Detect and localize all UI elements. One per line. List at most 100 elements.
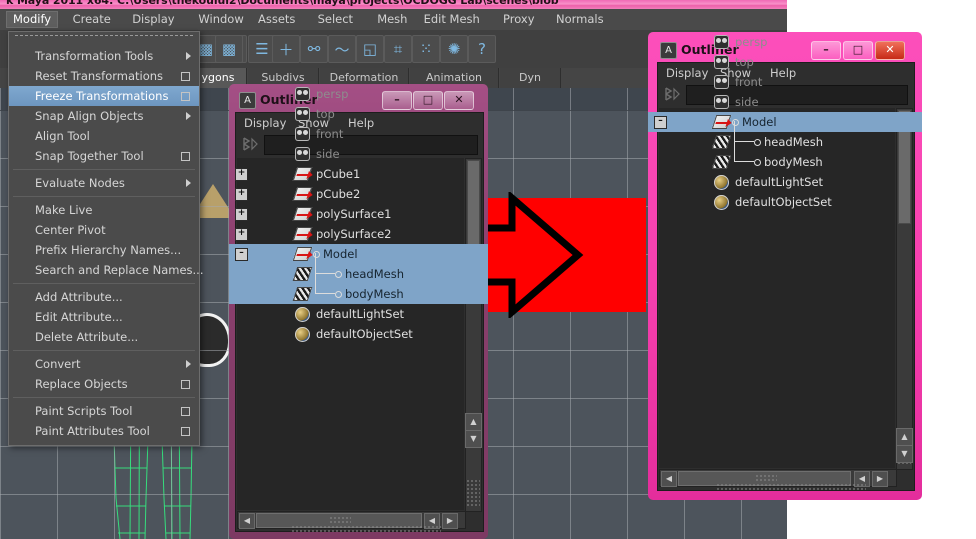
help-icon[interactable]: ? — [468, 35, 496, 63]
outliner-row[interactable]: persp — [648, 32, 922, 52]
shelf-tab-dyn[interactable]: Dyn — [500, 68, 561, 88]
scroll-down-button[interactable]: ▼ — [896, 445, 913, 463]
transform-icon — [711, 115, 732, 129]
outliner-row[interactable]: + pCube2 — [229, 184, 488, 204]
outliner-row[interactable]: + polySurface2 — [229, 224, 488, 244]
camera-icon — [714, 95, 729, 109]
outliner-row[interactable]: side — [229, 144, 488, 164]
expander-toggle-icon[interactable]: + — [235, 208, 248, 221]
expander-toggle-icon[interactable]: + — [235, 228, 248, 241]
menubar-item-display[interactable]: Display — [125, 11, 181, 28]
menu-item-label: Replace Objects — [35, 377, 128, 391]
outliner-row[interactable]: + polySurface1 — [229, 204, 488, 224]
outliner-window-after[interactable]: A Outliner – □ ✕ DisplayShowHelp ▲ ▼ ◀ — [648, 32, 922, 500]
outliner-row-label: persp — [735, 35, 768, 49]
menubar-item-create[interactable]: Create — [66, 11, 118, 28]
menubar-item-normals[interactable]: Normals — [549, 11, 611, 28]
maya-title-bar[interactable]: k Maya 2011 x64: C:\Users\thekoului2\Doc… — [0, 0, 787, 9]
menu-item-convert[interactable]: Convert — [9, 354, 199, 374]
paint-effects-icon[interactable]: ✺ — [440, 35, 468, 63]
menu-item-delete-attribute[interactable]: Delete Attribute... — [9, 327, 199, 347]
menubar-item-assets[interactable]: Assets — [251, 11, 302, 28]
scroll-down-button[interactable]: ▼ — [465, 430, 482, 448]
connector-dot — [335, 291, 342, 298]
outliner-row-label: defaultLightSet — [735, 175, 824, 189]
menubar-item-window[interactable]: Window — [191, 11, 250, 28]
menu-item-add-attribute[interactable]: Add Attribute... — [9, 287, 199, 307]
menu-tearoff-handle[interactable] — [15, 35, 193, 43]
transform-arrow-icon — [296, 194, 309, 196]
menubar-item-mesh[interactable]: Mesh — [370, 11, 414, 28]
scroll-left-button[interactable]: ◀ — [239, 513, 255, 529]
menu-item-label: Evaluate Nodes — [35, 176, 125, 190]
resize-grip[interactable] — [291, 525, 441, 533]
resize-grip[interactable] — [716, 483, 866, 491]
menu-item-edit-attribute[interactable]: Edit Attribute... — [9, 307, 199, 327]
option-box-icon[interactable] — [181, 427, 190, 436]
outliner-row[interactable]: headMesh — [229, 253, 488, 284]
outliner-row[interactable]: defaultObjectSet — [648, 192, 922, 212]
expander-toggle-icon[interactable]: – — [235, 248, 248, 261]
outliner-row[interactable]: bodyMesh — [648, 141, 922, 172]
outliner-window-before[interactable]: A Outliner – □ ✕ DisplayShowHelp ▲ ▼ ◀ — [229, 84, 488, 539]
transform-icon — [292, 167, 313, 181]
expander-toggle-icon[interactable]: + — [235, 188, 248, 201]
menu-item-prefix-hierarchy-names[interactable]: Prefix Hierarchy Names... — [9, 240, 199, 260]
plus-icon[interactable]: ＋ — [272, 35, 300, 63]
outliner-row[interactable]: top — [229, 104, 488, 124]
outliner-row[interactable]: front — [648, 72, 922, 92]
outliner-row[interactable]: side — [648, 92, 922, 112]
menubar-item-proxy[interactable]: Proxy — [496, 11, 542, 28]
option-box-icon[interactable] — [181, 407, 190, 416]
option-box-icon[interactable] — [181, 92, 190, 101]
menu-item-paint-attributes-tool[interactable]: Paint Attributes Tool — [9, 421, 199, 441]
outliner-row[interactable]: – Model — [648, 112, 922, 132]
scroll-up-button[interactable]: ▲ — [896, 428, 913, 446]
menu-item-snap-align-objects[interactable]: Snap Align Objects — [9, 106, 199, 126]
scroll-up-button[interactable]: ▲ — [465, 413, 482, 431]
expander-toggle-icon[interactable]: – — [654, 116, 667, 129]
outliner-row[interactable]: persp — [229, 84, 488, 104]
snap-point-icon[interactable]: ▩ — [215, 35, 243, 63]
lattice-icon[interactable]: ⌗ — [384, 35, 412, 63]
edge-loop-icon[interactable]: ⚯ — [300, 35, 328, 63]
outliner-row[interactable]: top — [648, 52, 922, 72]
option-box-icon[interactable] — [181, 152, 190, 161]
scroll-left-button[interactable]: ◀ — [661, 471, 677, 487]
menubar-item-select[interactable]: Select — [311, 11, 360, 28]
menu-item-transformation-tools[interactable]: Transformation Tools — [9, 46, 199, 66]
expander-toggle-icon[interactable]: + — [235, 168, 248, 181]
outliner-row[interactable]: front — [229, 124, 488, 144]
menu-item-label: Make Live — [35, 203, 93, 217]
menu-item-paint-scripts-tool[interactable]: Paint Scripts Tool — [9, 401, 199, 421]
outliner-row[interactable]: + pCube1 — [229, 164, 488, 184]
menu-item-reset-transformations[interactable]: Reset Transformations — [9, 66, 199, 86]
menu-item-snap-together-tool[interactable]: Snap Together Tool — [9, 146, 199, 166]
menubar-item-edit-mesh[interactable]: Edit Mesh — [417, 11, 487, 28]
help-icon-glyph: ? — [478, 40, 486, 58]
particles-icon[interactable]: ⁙ — [412, 35, 440, 63]
modify-dropdown-menu[interactable]: Transformation Tools Reset Transformation… — [8, 31, 204, 446]
menu-item-replace-objects[interactable]: Replace Objects — [9, 374, 199, 394]
outliner-row[interactable]: – Model — [229, 244, 488, 264]
option-box-icon[interactable] — [181, 380, 190, 389]
outliner-row-label: Model — [323, 247, 358, 261]
menu-item-evaluate-nodes[interactable]: Evaluate Nodes — [9, 173, 199, 193]
outliner-row[interactable]: defaultLightSet — [229, 304, 488, 324]
menu-item-center-pivot[interactable]: Center Pivot — [9, 220, 199, 240]
menu-item-align-tool[interactable]: Align Tool — [9, 126, 199, 146]
menubar-item-modify[interactable]: Modify — [6, 11, 59, 28]
outliner-row[interactable]: defaultLightSet — [648, 172, 922, 192]
outliner-row[interactable]: headMesh — [648, 121, 922, 152]
outliner-row[interactable]: defaultObjectSet — [229, 324, 488, 344]
option-box-icon[interactable] — [181, 72, 190, 81]
outliner-row[interactable]: bodyMesh — [229, 273, 488, 304]
scroll-right-button[interactable]: ▶ — [442, 513, 458, 529]
curve-icon[interactable]: 〜 — [328, 35, 356, 63]
poly-plane-icon[interactable]: ◱ — [356, 35, 384, 63]
menu-item-search-and-replace-names[interactable]: Search and Replace Names... — [9, 260, 204, 280]
menu-item-freeze-transformations[interactable]: Freeze Transformations — [9, 86, 199, 106]
menu-item-make-live[interactable]: Make Live — [9, 200, 199, 220]
scroll-right-button[interactable]: ▶ — [872, 471, 888, 487]
edge-loop-icon-glyph: ⚯ — [307, 40, 321, 58]
